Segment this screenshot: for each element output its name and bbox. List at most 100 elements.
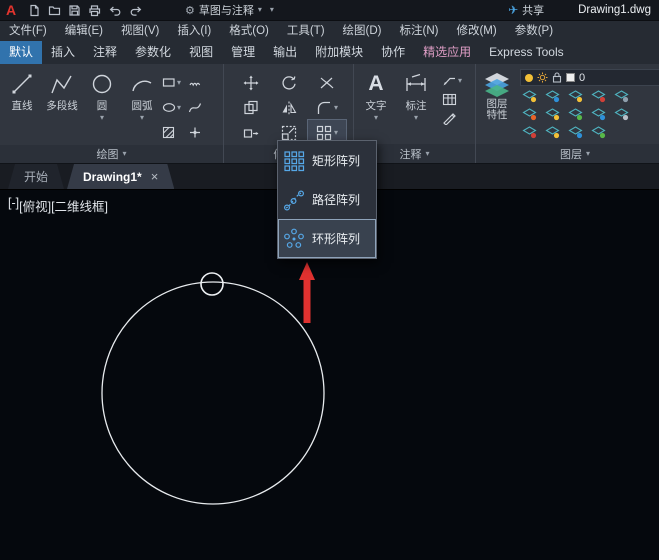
menu-bar: 文件(F) 编辑(E) 视图(V) 插入(I) 格式(O) 工具(T) 绘图(D… <box>0 20 659 41</box>
dimension-tool[interactable]: 标注 ▾ <box>396 66 436 144</box>
ribbon-tab-express-tools[interactable]: Express Tools <box>480 41 572 64</box>
layer-tool-icon[interactable] <box>545 126 560 139</box>
app-menu-button[interactable]: A <box>6 0 20 20</box>
layer-tool-icon[interactable] <box>591 126 606 139</box>
menu-edit[interactable]: 编辑(E) <box>56 21 112 42</box>
table-tool[interactable] <box>442 93 462 106</box>
quick-access-more-icon[interactable]: ▾ <box>270 6 274 14</box>
text-tool[interactable]: A 文字 ▾ <box>356 66 396 144</box>
layers-panel-label[interactable]: 图层 ▾ <box>476 144 659 163</box>
point-tool[interactable] <box>188 120 212 145</box>
layer-tool-icon[interactable] <box>522 90 537 103</box>
chevron-down-icon: ▾ <box>258 6 262 14</box>
menu-format[interactable]: 格式(O) <box>220 21 278 42</box>
move-tool[interactable] <box>232 70 270 95</box>
trim-tool[interactable] <box>308 70 346 95</box>
menu-insert[interactable]: 插入(I) <box>168 21 220 42</box>
layers-panel: 图层 特性 0 ▾ <box>476 64 659 163</box>
workspace-switcher[interactable]: ⚙ 草图与注释 ▾ <box>185 2 262 18</box>
menu-tools[interactable]: 工具(T) <box>278 21 334 42</box>
save-icon[interactable] <box>68 4 81 17</box>
fillet-tool[interactable]: ▾ <box>308 95 346 120</box>
open-file-icon[interactable] <box>48 4 61 17</box>
file-tab-drawing1[interactable]: Drawing1* × <box>67 164 174 189</box>
layer-properties-button[interactable]: 图层 特性 <box>478 66 516 144</box>
layer-tool-icon[interactable] <box>614 90 629 103</box>
menu-parametric[interactable]: 参数(P) <box>506 21 562 42</box>
chevron-down-icon: ▾ <box>458 77 462 85</box>
ribbon-tab-home[interactable]: 默认 <box>0 41 42 64</box>
copy-tool[interactable] <box>232 95 270 120</box>
menu-view[interactable]: 视图(V) <box>112 21 168 42</box>
spline-tool[interactable] <box>188 95 212 120</box>
new-file-icon[interactable] <box>28 4 41 17</box>
draw-panel-label[interactable]: 绘图 ▾ <box>0 145 223 163</box>
annotation-mini-tools: ▾ <box>436 66 462 144</box>
layer-dropdown[interactable]: 0 ▾ <box>520 69 659 86</box>
leader-tool[interactable]: ▾ <box>442 74 462 87</box>
layer-tool-icon[interactable] <box>545 108 560 121</box>
layer-tool-row <box>520 124 659 140</box>
layer-tool-icon[interactable] <box>568 108 583 121</box>
layer-tool-icon[interactable] <box>591 90 606 103</box>
menu-file[interactable]: 文件(F) <box>0 21 56 42</box>
stretch-tool[interactable] <box>232 120 270 145</box>
viewport-view-control[interactable]: [俯视] <box>19 196 51 215</box>
chevron-down-icon: ▾ <box>122 150 126 158</box>
menu-draw[interactable]: 绘图(D) <box>334 21 391 42</box>
sun-icon <box>537 72 548 83</box>
draw-mini-tools: ▾ ▾ <box>162 66 212 145</box>
document-title: Drawing1.dwg <box>578 4 651 16</box>
chevron-down-icon: ▾ <box>334 104 338 112</box>
chevron-down-icon: ▾ <box>586 150 590 158</box>
menu-item-polar-array[interactable]: 环形阵列 <box>278 219 376 258</box>
hatch-tool[interactable] <box>162 120 188 145</box>
revision-cloud-tool[interactable] <box>188 70 212 95</box>
share-button[interactable]: ✈ 共享 <box>508 2 544 18</box>
viewport-visual-style-control[interactable]: [二维线框] <box>51 196 108 215</box>
ribbon-tab-parametric[interactable]: 参数化 <box>126 41 180 64</box>
ribbon-tab-featured-apps[interactable]: 精选应用 <box>414 41 480 64</box>
arc-tool[interactable]: 圆弧 ▾ <box>122 66 162 145</box>
ribbon-tab-addins[interactable]: 附加模块 <box>306 41 372 64</box>
chevron-down-icon: ▾ <box>177 104 181 112</box>
menu-dimension[interactable]: 标注(N) <box>391 21 448 42</box>
ribbon-tab-manage[interactable]: 管理 <box>222 41 264 64</box>
layer-tool-icon[interactable] <box>591 108 606 121</box>
ribbon-tab-insert[interactable]: 插入 <box>42 41 84 64</box>
markup-tool[interactable] <box>442 112 462 125</box>
ellipse-tool[interactable]: ▾ <box>162 95 188 120</box>
undo-icon[interactable] <box>108 4 122 17</box>
ribbon-tab-collaborate[interactable]: 协作 <box>372 41 414 64</box>
text-tool-label: 文字 <box>366 98 387 113</box>
layer-tool-icon[interactable] <box>568 90 583 103</box>
rectangle-tool[interactable]: ▾ <box>162 70 188 95</box>
close-icon[interactable]: × <box>151 169 159 184</box>
circle-tool[interactable]: 圆 ▾ <box>82 66 122 145</box>
ribbon-tab-output[interactable]: 输出 <box>264 41 306 64</box>
layer-tool-icon[interactable] <box>614 108 629 121</box>
ribbon-tab-view[interactable]: 视图 <box>180 41 222 64</box>
layer-tool-icon[interactable] <box>545 90 560 103</box>
polyline-tool[interactable]: 多段线 <box>42 66 82 145</box>
mirror-tool[interactable] <box>270 95 308 120</box>
ribbon-tab-annotate[interactable]: 注释 <box>84 41 126 64</box>
layer-tool-row <box>520 88 659 104</box>
layer-tool-icon[interactable] <box>522 126 537 139</box>
viewport-minimize-control[interactable]: [-] <box>8 196 19 215</box>
rotate-tool[interactable] <box>270 70 308 95</box>
share-label: 共享 <box>522 2 544 18</box>
file-tab-start[interactable]: 开始 <box>8 164 64 189</box>
chevron-down-icon: ▾ <box>374 114 378 122</box>
menu-item-path-array[interactable]: 路径阵列 <box>278 180 376 219</box>
polar-array-icon <box>283 228 305 250</box>
layer-tool-icon[interactable] <box>568 126 583 139</box>
drawn-circle-large <box>102 282 324 504</box>
lightbulb-icon <box>525 74 533 82</box>
layer-tool-icon[interactable] <box>522 108 537 121</box>
line-tool[interactable]: 直线 <box>2 66 42 145</box>
menu-item-rectangular-array[interactable]: 矩形阵列 <box>278 141 376 180</box>
plot-icon[interactable] <box>88 4 101 17</box>
menu-modify[interactable]: 修改(M) <box>447 21 505 42</box>
redo-icon[interactable] <box>129 4 143 17</box>
